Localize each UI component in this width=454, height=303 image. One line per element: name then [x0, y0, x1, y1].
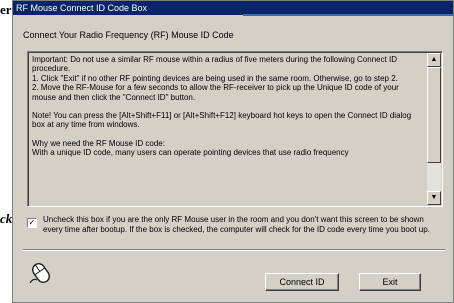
instructions-panel[interactable]: Important: Do not use a similar RF mouse…: [27, 51, 443, 207]
instructions-paragraph: Why we need the RF Mouse ID code:: [32, 138, 165, 148]
divider: [23, 249, 445, 251]
connect-id-dialog: RF Mouse Connect ID Code Box Connect You…: [12, 0, 454, 303]
window-title: RF Mouse Connect ID Code Box: [16, 3, 148, 13]
title-bar[interactable]: RF Mouse Connect ID Code Box: [13, 1, 453, 15]
checkbox-label: Uncheck this box if you are the only RF …: [43, 215, 430, 234]
instructions-paragraph: 1. Click "Exit" if no other RF pointing …: [32, 73, 398, 83]
instructions-paragraph: 2. Move the RF-Mouse for a few seconds t…: [32, 83, 399, 102]
mouse-icon: [29, 263, 50, 284]
scroll-up-button[interactable]: ▲: [427, 53, 441, 67]
vertical-scrollbar[interactable]: ▲ ▼: [427, 53, 441, 205]
exit-button[interactable]: Exit: [359, 273, 421, 291]
background-text-fragment: ck: [0, 211, 13, 226]
scroll-down-button[interactable]: ▼: [427, 191, 441, 205]
instructions-paragraph: Important: Do not use a similar RF mouse…: [32, 55, 398, 74]
checkmark-icon: ✓: [28, 218, 36, 227]
scroll-thumb[interactable]: [427, 67, 441, 163]
arrow-up-icon: ▲: [430, 56, 438, 63]
title-accent-line: [243, 14, 454, 16]
connect-id-button[interactable]: Connect ID: [265, 273, 339, 291]
instructions-text: Important: Do not use a similar RF mouse…: [32, 55, 422, 158]
show-at-startup-checkbox[interactable]: ✓: [27, 218, 37, 228]
instructions-paragraph: Note! You can press the [Alt+Shift+F11] …: [32, 111, 412, 130]
background-text-fragment: er: [0, 2, 12, 17]
dialog-heading: Connect Your Radio Frequency (RF) Mouse …: [23, 30, 234, 40]
arrow-down-icon: ▼: [430, 194, 438, 201]
instructions-paragraph: With a unique ID code, many users can op…: [32, 148, 349, 158]
